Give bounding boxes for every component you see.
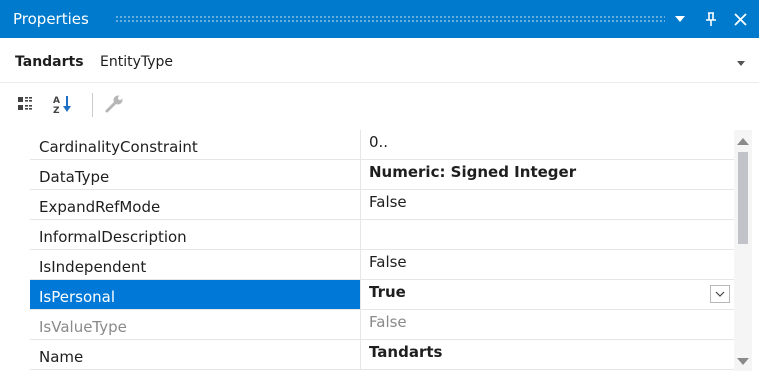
property-pages-icon — [105, 95, 123, 113]
pin-button[interactable] — [700, 6, 722, 32]
toolbar-separator — [92, 93, 93, 117]
property-row[interactable]: ExpandRefMode False — [30, 190, 734, 220]
property-row[interactable]: IsValueType False — [30, 310, 734, 340]
scroll-down-icon[interactable] — [737, 358, 749, 365]
property-name: IsValueType — [30, 310, 361, 339]
pin-icon — [706, 12, 716, 26]
alphabetical-button[interactable]: A Z — [52, 94, 74, 116]
properties-title-bar: Properties — [0, 0, 759, 38]
property-grid: CardinalityConstraint 0.. DataType Numer… — [0, 130, 759, 371]
window-position-dropdown-button[interactable] — [669, 6, 691, 32]
properties-toolbar: A Z — [0, 84, 759, 124]
property-name: ExpandRefMode — [30, 190, 361, 219]
scrollbar-thumb[interactable] — [738, 152, 748, 244]
property-value[interactable]: Tandarts — [361, 340, 734, 369]
property-name: IsPersonal — [30, 280, 361, 309]
property-name: DataType — [30, 160, 361, 189]
categorized-button[interactable] — [17, 94, 39, 116]
grid-gutter — [0, 130, 30, 371]
property-row[interactable]: CardinalityConstraint 0.. — [30, 130, 734, 160]
property-name: IsIndependent — [30, 250, 361, 279]
alphabetical-sort-icon: A Z — [53, 96, 71, 116]
close-icon — [733, 12, 747, 26]
scroll-up-icon[interactable] — [737, 138, 749, 145]
value-dropdown-button[interactable] — [710, 285, 730, 303]
property-value[interactable]: 0.. — [361, 130, 734, 159]
property-row-selected[interactable]: IsPersonal True — [30, 280, 734, 310]
property-rows: CardinalityConstraint 0.. DataType Numer… — [30, 130, 734, 371]
property-value[interactable] — [361, 220, 734, 249]
chevron-down-icon[interactable] — [737, 61, 745, 66]
property-row[interactable]: IsIndependent False — [30, 250, 734, 280]
panel-title: Properties — [13, 10, 89, 28]
svg-text:Z: Z — [53, 106, 60, 114]
object-type: EntityType — [100, 54, 174, 70]
property-name: InformalDescription — [30, 220, 361, 249]
property-value[interactable]: True — [361, 280, 734, 309]
dropdown-arrow-icon — [675, 16, 685, 22]
categorized-icon — [18, 97, 32, 110]
property-row[interactable]: InformalDescription — [30, 220, 734, 250]
close-button[interactable] — [729, 6, 751, 32]
vertical-scrollbar[interactable] — [734, 130, 752, 371]
property-name: CardinalityConstraint — [30, 130, 361, 159]
chevron-down-icon — [715, 291, 725, 297]
svg-text:A: A — [53, 96, 60, 106]
object-name: Tandarts — [15, 54, 84, 70]
property-value[interactable]: False — [361, 190, 734, 219]
property-value: False — [369, 313, 407, 331]
property-row[interactable]: Name Tandarts — [30, 340, 734, 370]
property-value-text: True — [369, 283, 406, 301]
property-value[interactable]: Numeric: Signed Integer — [361, 160, 734, 189]
property-row[interactable]: DataType Numeric: Signed Integer — [30, 160, 734, 190]
object-selector[interactable]: Tandarts EntityType — [0, 38, 759, 83]
property-name: Name — [30, 340, 361, 369]
property-value[interactable]: False — [361, 250, 734, 279]
property-pages-button[interactable] — [104, 94, 126, 116]
title-grip[interactable] — [115, 15, 665, 23]
